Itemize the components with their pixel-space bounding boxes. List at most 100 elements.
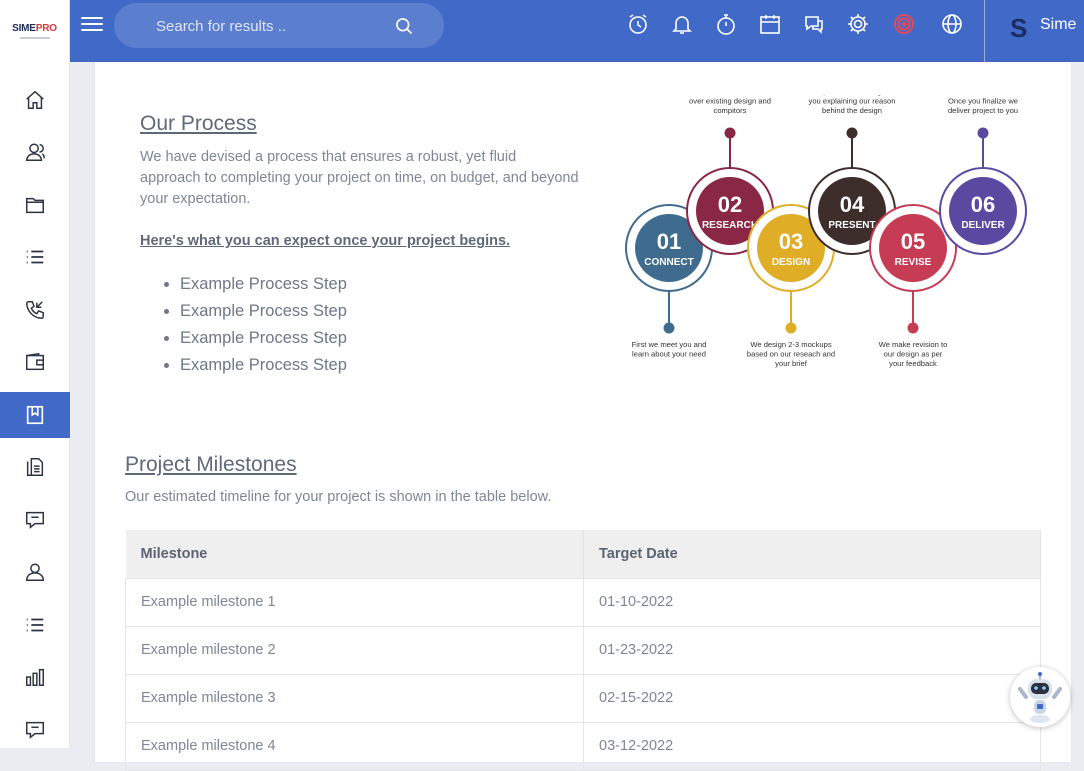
table-row: Example milestone 4 03-12-2022 — [125, 721, 1041, 771]
add-circle-icon[interactable] — [892, 12, 916, 36]
bar-chart-icon — [26, 668, 44, 686]
step-note-line: learn about your need — [632, 350, 706, 359]
list-icon — [26, 250, 44, 264]
sidebar-item-feedback[interactable] — [0, 707, 70, 753]
avatar[interactable]: S — [1010, 13, 1027, 44]
gear-icon[interactable] — [846, 12, 870, 36]
chat-icon — [26, 721, 44, 739]
bell-icon[interactable] — [670, 12, 694, 36]
list-item: Example Process Step — [180, 271, 347, 298]
bookmark-icon — [26, 405, 44, 425]
search-icon[interactable] — [394, 16, 414, 36]
date-cell: 02-15-2022 — [583, 673, 1041, 723]
sidebar-item-folder[interactable] — [0, 182, 70, 228]
milestone-cell: Example milestone 1 — [125, 577, 584, 627]
step-label: REVISE — [895, 257, 932, 268]
stopwatch-icon[interactable] — [714, 12, 738, 36]
sidebar-item-documents[interactable] — [0, 444, 70, 490]
home-icon — [26, 90, 44, 109]
step-note-line: your brief — [775, 359, 808, 368]
logo[interactable]: SIMEPRO — [0, 0, 70, 62]
wallet-icon — [26, 352, 44, 371]
step-note-line: Once you finalize we — [948, 97, 1018, 106]
step-note-line: We design 2-3 mockups — [750, 340, 832, 349]
step-number: 05 — [901, 229, 925, 254]
step-number: 04 — [840, 192, 865, 217]
process-title: Our Process — [140, 112, 257, 135]
date-cell: 01-23-2022 — [583, 625, 1041, 675]
sidebar-item-users[interactable] — [0, 129, 70, 175]
milestone-cell: Example milestone 2 — [125, 625, 584, 675]
step-dot — [663, 322, 675, 334]
step-note-line: you explaining our reason — [809, 97, 896, 106]
step-note-line: based on our reseach and — [747, 350, 835, 359]
sidebar-item-wallet[interactable] — [0, 339, 70, 385]
process-steps-list: Example Process Step Example Process Ste… — [180, 271, 347, 379]
step-note-line: your feedback — [889, 359, 937, 368]
date-cell: 03-12-2022 — [583, 721, 1041, 771]
documents-icon — [26, 458, 44, 476]
search-bar — [114, 3, 444, 48]
calendar-icon[interactable] — [758, 12, 782, 36]
expect-heading: Here's what you can expect once your pro… — [140, 233, 511, 249]
step-note-line: First we meet you and — [632, 340, 707, 349]
sidebar-item-calls[interactable] — [0, 287, 70, 333]
table-header-row: Milestone Target Date — [125, 530, 1041, 578]
sidebar-item-home[interactable] — [0, 77, 70, 123]
step-label: DELIVER — [961, 220, 1005, 231]
process-step-deliver: 06 DELIVER Once you finalize wedeliver pro… — [939, 97, 1027, 255]
hamburger-menu-icon[interactable] — [80, 13, 104, 37]
step-label: CONNECT — [644, 257, 693, 268]
milestone-cell: Example milestone 3 — [125, 673, 584, 723]
list-item: Example Process Step — [180, 298, 347, 325]
step-label: DESIGN — [772, 257, 810, 268]
column-header: Target Date — [583, 530, 1041, 578]
step-note-line: over existing design and — [689, 97, 771, 106]
list-item: Example Process Step — [180, 352, 347, 379]
users-icon — [26, 143, 45, 161]
list-icon — [26, 618, 44, 632]
step-note-line: deliver project to you — [948, 106, 1018, 115]
milestones-description: Our estimated timeline for your project … — [125, 489, 552, 505]
sidebar-item-bookmark[interactable] — [0, 392, 70, 438]
sidebar-item-tasks[interactable] — [0, 602, 70, 648]
step-note-line: our design as per — [884, 350, 943, 359]
folder-icon — [26, 197, 44, 214]
column-header: Milestone — [125, 530, 584, 578]
sidebar — [0, 62, 70, 748]
step-number: 02 — [718, 192, 742, 217]
search-input[interactable] — [156, 15, 386, 37]
chat-icon — [26, 511, 44, 529]
step-dot — [785, 322, 797, 334]
step-dot — [724, 127, 736, 139]
logo-text: SIMEPRO — [12, 23, 57, 34]
alarm-clock-icon[interactable] — [626, 12, 650, 36]
step-note-line: compitors — [714, 106, 747, 115]
list-item: Example Process Step — [180, 325, 347, 352]
step-label: RESEARCH — [702, 220, 758, 231]
table-row: Example milestone 3 02-15-2022 — [125, 673, 1041, 723]
robot-assistant-icon — [1018, 672, 1062, 723]
step-dot — [907, 322, 919, 334]
table-row: Example milestone 1 01-10-2022 — [125, 577, 1041, 627]
step-dot — [846, 127, 858, 139]
milestones-title: Project Milestones — [125, 453, 297, 476]
step-number: 03 — [779, 229, 803, 254]
step-number: 01 — [657, 229, 681, 254]
sidebar-item-messages[interactable] — [0, 497, 70, 543]
top-bar: SIMEPRO S Sime — [0, 0, 1084, 62]
step-dot — [977, 127, 989, 139]
assistant-button[interactable] — [1010, 667, 1070, 727]
sidebar-item-reports[interactable] — [0, 654, 70, 700]
step-number: 06 — [971, 192, 995, 217]
user-name[interactable]: Sime — [1040, 16, 1076, 34]
phone-incoming-icon — [26, 301, 44, 319]
sidebar-item-list[interactable] — [0, 234, 70, 280]
sidebar-item-profile[interactable] — [0, 549, 70, 595]
user-icon — [26, 563, 44, 581]
chat-icon[interactable] — [802, 12, 826, 36]
step-note-line: behind the design — [822, 106, 882, 115]
table-row: Example milestone 2 01-23-2022 — [125, 625, 1041, 675]
process-description: We have devised a process that ensures a… — [140, 149, 579, 207]
globe-icon[interactable] — [940, 12, 964, 36]
